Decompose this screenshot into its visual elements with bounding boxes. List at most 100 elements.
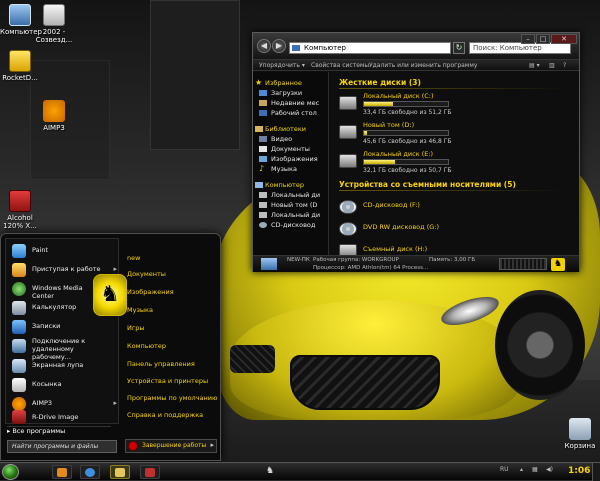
all-programs-button[interactable]: ▸ Все программы [7, 427, 117, 435]
program-remote-desktop[interactable]: Подключение к удаленному рабочему... [8, 336, 120, 361]
car-wheel [495, 290, 585, 400]
nav-item-pictures[interactable]: Изображения [253, 154, 328, 164]
desktop-icon-label: Alcohol 120% X... [3, 214, 37, 230]
language-indicator[interactable]: RU [500, 466, 509, 473]
horse-logo-icon: ♞ [551, 258, 565, 271]
volume-icon[interactable]: ◀) [546, 466, 553, 473]
all-programs-label: Все программы [12, 427, 66, 435]
clock[interactable]: 1:06 [568, 466, 590, 476]
cd-drive-icon [259, 222, 267, 228]
drive-d[interactable]: Новый том (D:) 45,6 ГБ свободно из 46,8 … [339, 121, 459, 147]
desktop-icon-rocketdock[interactable]: RocketD... [0, 50, 40, 82]
link-user-folder[interactable]: new [127, 254, 140, 262]
taskbar-media-player[interactable] [52, 465, 72, 479]
maximize-button[interactable]: □ [536, 34, 550, 44]
desktop-icon-label: Корзина [564, 442, 596, 450]
nav-item-documents[interactable]: Документы [253, 144, 328, 154]
help-icon[interactable]: ? [563, 61, 566, 71]
program-paint[interactable]: Paint [8, 241, 120, 260]
shutdown-options-arrow-icon[interactable]: ▸ [210, 441, 214, 449]
nav-label: Видео [271, 135, 293, 143]
link-music[interactable]: Музыка [127, 306, 153, 314]
program-magnifier[interactable]: Экранная лупа [8, 356, 120, 375]
link-default-programs[interactable]: Программы по умолчанию [127, 394, 217, 402]
link-documents[interactable]: Документы [127, 270, 166, 278]
rocketdock-icon [9, 50, 31, 72]
nav-item-music[interactable]: ♪ Музыка [253, 164, 328, 174]
desktop-icon-recycle-bin[interactable]: Корзина [560, 418, 600, 450]
program-label: Калькулятор [32, 303, 77, 311]
uninstall-program-button[interactable]: Удалить или изменить программу [369, 61, 477, 71]
desktop-icon-alcohol[interactable]: Alcohol 120% X... [0, 190, 40, 230]
drive-c[interactable]: Локальный диск (C:) 33,4 ГБ свободно из … [339, 92, 459, 118]
nav-item-desktop[interactable]: Рабочий стол [253, 108, 328, 118]
nav-favorites[interactable]: ★ Избранное [253, 78, 328, 88]
nav-computer[interactable]: Компьютер [253, 180, 328, 190]
link-games[interactable]: Игры [127, 324, 145, 332]
program-sticky-notes[interactable]: Записки [8, 317, 120, 336]
horse-icon: ♞ [266, 466, 275, 476]
back-button[interactable]: ◀ [257, 39, 271, 53]
link-devices-printers[interactable]: Устройства и принтеры [127, 377, 208, 385]
show-desktop-button[interactable] [592, 463, 600, 481]
program-rdrive[interactable]: R-Drive Image [8, 409, 120, 425]
close-button[interactable]: ✕ [551, 34, 577, 44]
nav-item-drive-e[interactable]: Локальный ди [253, 210, 328, 220]
start-button[interactable] [2, 464, 19, 480]
drive-e[interactable]: Локальный диск (E:) 32,1 ГБ свободно из … [339, 150, 459, 176]
link-control-panel[interactable]: Панель управления [127, 360, 195, 368]
taskbar-explorer[interactable] [110, 465, 130, 479]
tray-arrow-icon[interactable]: ▴ [520, 466, 523, 473]
minimize-button[interactable]: – [521, 34, 535, 44]
nav-item-recent[interactable]: Недавние мес [253, 98, 328, 108]
view-options-icon[interactable]: ▤ ▾ [529, 61, 540, 71]
drive-usage-fill [364, 102, 394, 106]
user-picture-horse-icon[interactable]: ♞ [93, 274, 127, 316]
removable-drive-h[interactable]: Съемный диск (H:) [339, 240, 459, 255]
folder-icon [115, 468, 125, 477]
program-solitaire[interactable]: Косынка [8, 375, 120, 394]
program-label: Косынка [32, 380, 62, 388]
taskbar-internet-explorer[interactable] [80, 465, 100, 479]
network-icon[interactable]: ▦ [532, 466, 538, 473]
preview-pane-icon[interactable]: ▥ [549, 61, 555, 71]
desktop-icon-aimp[interactable]: AIMP3 [34, 100, 74, 132]
nav-item-drive-d[interactable]: Новый том (D [253, 200, 328, 210]
app-icon [145, 468, 155, 477]
nav-item-drive-c[interactable]: Локальный ди [253, 190, 328, 200]
program-label: Paint [32, 246, 49, 254]
alcohol-icon [9, 190, 31, 212]
nav-item-video[interactable]: Видео [253, 134, 328, 144]
link-pictures[interactable]: Изображения [127, 288, 174, 296]
address-bar[interactable]: Компьютер [289, 42, 451, 54]
nav-item-cd-drive[interactable]: CD-дисковод [253, 220, 328, 230]
shutdown-button[interactable]: Завершение работы ▸ [125, 439, 217, 453]
start-search-input[interactable]: Найти программы и файлы [7, 440, 117, 453]
nav-label: Музыка [271, 165, 297, 173]
drive-free-space: 33,4 ГБ свободно из 51,2 ГБ [363, 109, 452, 116]
desktop-icon-document[interactable]: 2002 - Созвезд... [34, 4, 74, 44]
taskbar: ♞ RU ▴ ▦ ◀) 1:06 [0, 462, 600, 481]
explorer-window: ◀ ▶ Компьютер ↻ Поиск: Компьютер – □ ✕ У… [252, 32, 580, 272]
wall-panel [150, 0, 240, 150]
aimp-icon [43, 100, 65, 122]
group-divider [339, 190, 569, 191]
drive-name: Съемный диск (H:) [363, 245, 428, 253]
taskbar-horse-icon[interactable]: ♞ [262, 465, 282, 479]
nav-label: Рабочий стол [271, 109, 317, 117]
nav-item-downloads[interactable]: Загрузки [253, 88, 328, 98]
link-help-support[interactable]: Справка и поддержка [127, 411, 203, 419]
dvd-drive-icon [339, 222, 357, 236]
submenu-arrow-icon: ▸ [113, 265, 117, 273]
solitaire-icon [12, 378, 26, 392]
cd-drive-icon [339, 200, 357, 214]
refresh-button[interactable]: ↻ [453, 42, 465, 54]
forward-button[interactable]: ▶ [272, 39, 286, 53]
organize-button[interactable]: Упорядочить ▾ [259, 61, 305, 71]
taskbar-tool[interactable] [140, 465, 160, 479]
system-properties-button[interactable]: Свойства системы [311, 61, 369, 71]
nav-libraries[interactable]: Библиотеки [253, 124, 328, 134]
link-computer[interactable]: Компьютер [127, 342, 166, 350]
drive-name: CD-дисковод (F:) [363, 201, 420, 209]
drive-name: Локальный диск (C:) [363, 92, 434, 100]
